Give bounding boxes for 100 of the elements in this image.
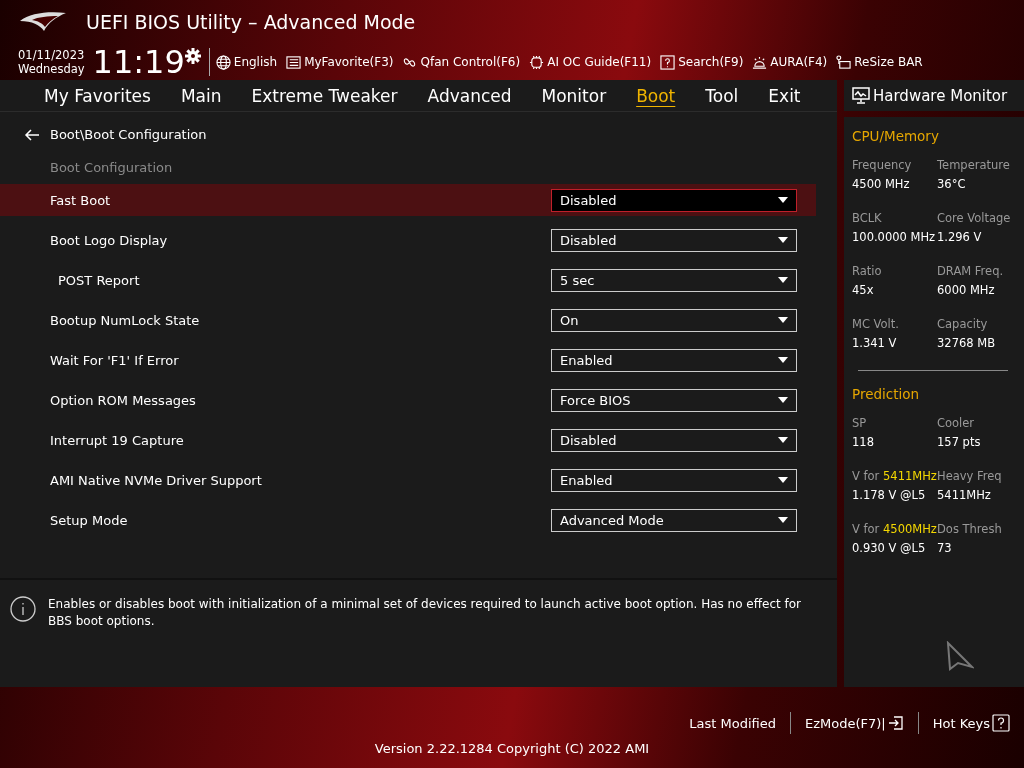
monitor-label: Heavy Freq bbox=[937, 469, 1003, 483]
monitor-label: V for 5411MHz bbox=[852, 469, 937, 483]
monitor-label: Dos Thresh bbox=[937, 522, 1003, 536]
dropdown-value: Disabled bbox=[560, 432, 617, 448]
dropdown-value: Advanced Mode bbox=[560, 512, 664, 528]
setting-label: Bootup NumLock State bbox=[50, 312, 200, 328]
logo-icon bbox=[18, 11, 68, 33]
toolbar-button[interactable]: Search(F9) bbox=[660, 54, 744, 70]
exit-icon bbox=[887, 715, 904, 731]
monitor-value: 73 bbox=[937, 541, 953, 555]
settings-icon[interactable] bbox=[184, 48, 201, 64]
monitor-section-title: CPU/Memory bbox=[852, 127, 940, 146]
caret-icon bbox=[778, 237, 788, 243]
setting-label: Option ROM Messages bbox=[50, 392, 196, 408]
setting-row[interactable]: AMI Native NVMe Driver Support Enabled bbox=[0, 464, 816, 496]
tab[interactable]: Exit bbox=[768, 85, 801, 106]
monitor-value: 100.0000 MHz bbox=[852, 230, 937, 244]
help-text: Enables or disables boot with initialization of a minimal set of devices required to launch active boot option. Has no effect for BBS boot options. bbox=[48, 596, 802, 630]
monitor-value: 1.178 V @L5 bbox=[852, 488, 927, 502]
tab[interactable]: Main bbox=[180, 85, 222, 106]
dropdown-value: 5 sec bbox=[560, 272, 595, 288]
breadcrumb: Boot\Boot Configuration bbox=[50, 127, 207, 142]
setting-label: AMI Native NVMe Driver Support bbox=[50, 472, 262, 488]
footer-button[interactable]: EzMode(F7)| bbox=[790, 715, 918, 731]
monitor-value: 6000 MHz bbox=[937, 283, 996, 297]
dropdown-value: Disabled bbox=[560, 192, 617, 208]
toolbar-button[interactable]: Qfan Control(F6) bbox=[402, 54, 521, 70]
dropdown-value: Enabled bbox=[560, 352, 613, 368]
setting-row[interactable]: Boot Logo Display Disabled bbox=[0, 224, 816, 256]
setting-row[interactable]: Fast Boot Disabled bbox=[0, 184, 816, 216]
tab[interactable]: Monitor bbox=[541, 85, 607, 106]
tab[interactable]: Boot bbox=[636, 85, 676, 106]
hardware-monitor-title: Hardware Monitor bbox=[873, 86, 1008, 105]
setting-label: Wait For 'F1' If Error bbox=[50, 352, 179, 368]
monitor-label: V for 4500MHz bbox=[852, 522, 937, 536]
toolbar-button[interactable]: MyFavorite(F3) bbox=[286, 54, 394, 70]
setting-row[interactable]: Option ROM Messages Force BIOS bbox=[0, 384, 816, 416]
caret-icon bbox=[778, 197, 788, 203]
footer-button[interactable]: Last Modified bbox=[675, 715, 790, 731]
dropdown-value: Enabled bbox=[560, 472, 613, 488]
caret-icon bbox=[778, 277, 788, 283]
globe-icon bbox=[215, 54, 231, 70]
dropdown-value: Disabled bbox=[560, 232, 617, 248]
dropdown-value: Force BIOS bbox=[560, 392, 631, 408]
monitor-icon bbox=[852, 86, 870, 105]
toolbar-button[interactable]: AURA(F4) bbox=[752, 54, 828, 70]
setting-dropdown[interactable]: Disabled bbox=[551, 428, 797, 452]
monitor-value: 157 pts bbox=[937, 435, 982, 449]
toolbar-button[interactable]: English bbox=[215, 54, 278, 70]
setting-row[interactable]: Setup Mode Advanced Mode bbox=[0, 504, 816, 536]
setting-row[interactable]: POST Report 5 sec bbox=[0, 264, 816, 296]
setting-label: Fast Boot bbox=[50, 192, 111, 208]
tab[interactable]: Tool bbox=[705, 85, 739, 106]
weekday: Wednesday bbox=[18, 62, 85, 76]
monitor-label: Core Voltage bbox=[937, 211, 1012, 225]
setting-label: Setup Mode bbox=[50, 512, 128, 528]
monitor-value: 0.930 V @L5 bbox=[852, 541, 927, 555]
monitor-label: SP bbox=[852, 416, 868, 430]
caret-icon bbox=[778, 517, 788, 523]
date: 01/11/2023 bbox=[18, 48, 85, 62]
setting-row[interactable]: Wait For 'F1' If Error Enabled bbox=[0, 344, 816, 376]
monitor-label: DRAM Freq. bbox=[937, 264, 1005, 278]
setting-dropdown[interactable]: 5 sec bbox=[551, 268, 797, 292]
toolbar-button[interactable]: ReSize BAR bbox=[836, 54, 923, 70]
monitor-value: 1.296 V bbox=[937, 230, 983, 244]
setting-row[interactable]: Bootup NumLock State On bbox=[0, 304, 816, 336]
setting-dropdown[interactable]: Advanced Mode bbox=[551, 508, 797, 532]
tab[interactable]: Extreme Tweaker bbox=[251, 85, 398, 106]
monitor-section-title: Prediction bbox=[852, 385, 921, 404]
list-icon bbox=[286, 54, 302, 70]
monitor-value: 36°C bbox=[937, 177, 967, 191]
monitor-label: Temperature bbox=[937, 158, 1011, 172]
setting-dropdown[interactable]: On bbox=[551, 308, 797, 332]
setting-label: Interrupt 19 Capture bbox=[50, 432, 184, 448]
setting-dropdown[interactable]: Force BIOS bbox=[551, 388, 797, 412]
monitor-label: Cooler bbox=[937, 416, 976, 430]
version-text: Version 2.22.1284 Copyright (C) 2022 AMI bbox=[374, 741, 650, 756]
setting-dropdown[interactable]: Disabled bbox=[551, 228, 797, 252]
caret-icon bbox=[778, 397, 788, 403]
setting-dropdown[interactable]: Enabled bbox=[551, 468, 797, 492]
footer-button[interactable]: Hot Keys bbox=[918, 714, 1024, 732]
monitor-value: 5411MHz bbox=[937, 488, 992, 502]
setting-dropdown[interactable]: Enabled bbox=[551, 348, 797, 372]
setting-label: Boot Logo Display bbox=[50, 232, 168, 248]
monitor-value: 118 bbox=[852, 435, 875, 449]
monitor-label: Capacity bbox=[937, 317, 989, 331]
cursor-arrow-icon bbox=[946, 641, 974, 671]
info-icon bbox=[10, 596, 36, 622]
caret-icon bbox=[778, 317, 788, 323]
help-icon bbox=[660, 54, 676, 70]
monitor-value: 45x bbox=[852, 283, 875, 297]
setting-row[interactable]: Interrupt 19 Capture Disabled bbox=[0, 424, 816, 456]
clock-time: 11:19 bbox=[92, 43, 185, 81]
back-arrow-icon[interactable] bbox=[24, 128, 40, 141]
toolbar-button[interactable]: AI OC Guide(F11) bbox=[529, 54, 652, 70]
caret-icon bbox=[778, 477, 788, 483]
tab[interactable]: My Favorites bbox=[44, 85, 151, 106]
monitor-value: 1.341 V bbox=[852, 336, 898, 350]
setting-dropdown[interactable]: Disabled bbox=[551, 188, 797, 212]
tab[interactable]: Advanced bbox=[427, 85, 512, 106]
